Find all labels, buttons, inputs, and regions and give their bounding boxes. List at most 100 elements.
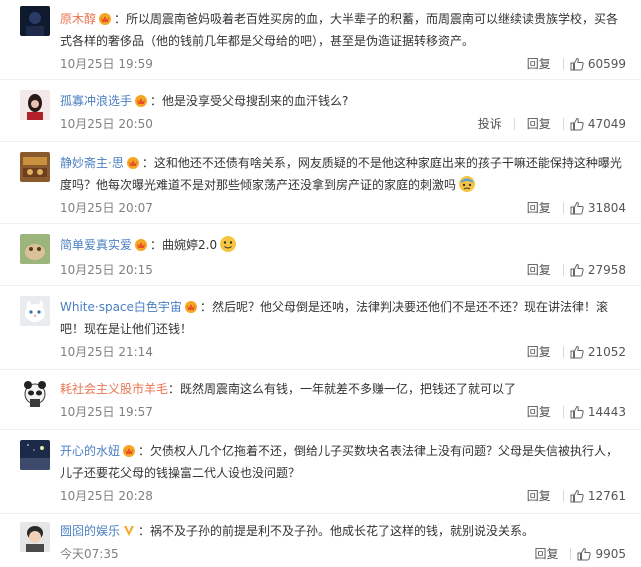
like-button[interactable]: 9905 [577, 544, 626, 564]
colon: ： [150, 94, 163, 108]
comment-meta: 10月25日 19:59 回复 60599 [60, 54, 626, 74]
comment-meta: 10月25日 20:50 投诉 回复 47049 [60, 114, 626, 134]
reply-button[interactable]: 回复 [521, 486, 557, 506]
like-count: 9905 [595, 547, 626, 561]
comment-meta: 10月25日 21:14 回复 21052 [60, 342, 626, 362]
like-count: 27958 [587, 263, 626, 277]
avatar[interactable] [20, 522, 50, 552]
reply-button[interactable]: 回复 [521, 260, 557, 280]
smile-emoji-icon [219, 235, 237, 253]
avatar[interactable] [20, 296, 50, 326]
reply-button[interactable]: 回复 [521, 402, 557, 422]
avatar[interactable] [20, 90, 50, 120]
comment-time: 今天07:35 [60, 547, 119, 561]
username[interactable]: 静妙斋主·思 [60, 156, 124, 170]
colon: ： [114, 12, 127, 26]
comment-item: 原木醇 ：所以周震南爸妈吸着老百姓买房的血，大半辈子的积蓄，而周震南可以继续读贵族… [0, 0, 641, 80]
like-count: 21052 [587, 345, 626, 359]
divider [513, 118, 515, 130]
divider [562, 490, 564, 502]
comment-time: 10月25日 19:57 [60, 405, 153, 419]
cold-sweat-emoji-icon [458, 175, 476, 193]
username[interactable]: 开心的水妞 [60, 444, 120, 458]
thumbs-up-icon [570, 57, 584, 71]
divider [570, 548, 572, 560]
avatar[interactable] [20, 440, 50, 470]
like-button[interactable]: 60599 [570, 54, 626, 74]
colon: ： [150, 238, 163, 252]
thumbs-up-icon [570, 345, 584, 359]
like-button[interactable]: 12761 [570, 486, 626, 506]
vip-crown-icon [134, 94, 148, 107]
thumbs-up-icon [570, 117, 584, 131]
thumbs-up-icon [577, 547, 592, 561]
like-count: 12761 [587, 489, 626, 503]
comment-item: 简单爱真实爱 ：曲婉婷2.0 10月25日 20:15 回复 27958 [0, 224, 641, 286]
comment-item: 耗社会主义股市羊毛：既然周震南这么有钱，一年就差不多赚一亿，把钱还了就可以了 1… [0, 370, 641, 430]
thumbs-up-icon [570, 263, 584, 277]
like-button[interactable]: 21052 [570, 342, 626, 362]
username[interactable]: 耗社会主义股市羊毛 [60, 382, 168, 396]
comment-text: 既然周震南这么有钱，一年就差不多赚一亿，把钱还了就可以了 [180, 382, 517, 396]
like-count: 47049 [587, 117, 626, 131]
divider [562, 406, 564, 418]
vip-crown-icon [134, 238, 148, 251]
username[interactable]: 原木醇 [60, 12, 96, 26]
like-button[interactable]: 47049 [570, 114, 626, 134]
comment-time: 10月25日 20:50 [60, 117, 153, 131]
comment-item: 囫囵的娱乐 ：祸不及子孙的前提是利不及子孙。他成长花了这样的钱，就别说没关系。 今… [0, 514, 641, 567]
comment-time: 10月25日 21:14 [60, 345, 153, 359]
comment-text: 祸不及子孙的前提是利不及子孙。他成长花了这样的钱，就别说没关系。 [150, 524, 535, 538]
v-badge-icon [122, 524, 136, 537]
comment-meta: 10月25日 19:57 回复 14443 [60, 402, 626, 422]
avatar[interactable] [20, 152, 50, 182]
comment-meta: 10月25日 20:15 回复 27958 [60, 260, 626, 280]
report-button[interactable]: 投诉 [472, 114, 508, 134]
comment-text: 曲婉婷2.0 [162, 238, 218, 252]
divider [562, 202, 564, 214]
avatar[interactable] [20, 234, 50, 264]
comment-time: 10月25日 20:07 [60, 201, 153, 215]
username[interactable]: 简单爱真实爱 [60, 238, 132, 252]
divider [562, 346, 564, 358]
avatar[interactable] [20, 6, 50, 36]
username[interactable]: 孤寡冲浪选手 [60, 94, 132, 108]
colon: ： [138, 524, 151, 538]
comment-meta: 10月25日 20:07 回复 31804 [60, 198, 626, 218]
comment-time: 10月25日 19:59 [60, 57, 153, 71]
like-button[interactable]: 27958 [570, 260, 626, 280]
reply-button[interactable]: 回复 [521, 342, 557, 362]
like-count: 31804 [587, 201, 626, 215]
comment-item: 静妙斋主·思 ：这和他还不还债有啥关系，网友质疑的不是他这种家庭出来的孩子干嘛还能… [0, 142, 641, 224]
comment-meta: 今天07:35 回复 9905 [60, 544, 626, 564]
thumbs-up-icon [570, 489, 584, 503]
thumbs-up-icon [570, 201, 584, 215]
like-count: 14443 [587, 405, 626, 419]
comment-feed: 原木醇 ：所以周震南爸妈吸着老百姓买房的血，大半辈子的积蓄，而周震南可以继续读贵族… [0, 0, 641, 567]
vip-crown-icon [122, 444, 136, 457]
avatar[interactable] [20, 378, 50, 408]
comment-time: 10月25日 20:28 [60, 489, 153, 503]
colon: ： [199, 300, 212, 314]
comment-text: 他是没享受父母搜刮来的血汗钱么? [162, 94, 349, 108]
like-button[interactable]: 14443 [570, 402, 626, 422]
comment-meta: 10月25日 20:28 回复 12761 [60, 486, 626, 506]
reply-button[interactable]: 回复 [528, 544, 564, 564]
comment-item: White·space白色宇宙 ：然后呢？他父母倒是还呐，法律判决要还他们不是还不… [0, 286, 641, 370]
comment-text: 所以周震南爸妈吸着老百姓买房的血，大半辈子的积蓄，而周震南可以继续读贵族学校，买… [60, 12, 619, 48]
username[interactable]: White·space白色宇宙 [60, 300, 182, 314]
thumbs-up-icon [570, 405, 584, 419]
like-count: 60599 [587, 57, 626, 71]
reply-button[interactable]: 回复 [521, 114, 557, 134]
like-button[interactable]: 31804 [570, 198, 626, 218]
divider [562, 118, 564, 130]
reply-button[interactable]: 回复 [521, 198, 557, 218]
username[interactable]: 囫囵的娱乐 [60, 524, 120, 538]
comment-time: 10月25日 20:15 [60, 263, 153, 277]
reply-button[interactable]: 回复 [521, 54, 557, 74]
comment-item: 开心的水妞 ：欠债权人几个亿拖着不还，倒给儿子买数块名表法律上没有问题？父母是失信… [0, 430, 641, 514]
vip-crown-icon [184, 300, 198, 313]
colon: ： [141, 156, 154, 170]
comment-item: 孤寡冲浪选手 ：他是没享受父母搜刮来的血汗钱么? 10月25日 20:50 投诉 … [0, 80, 641, 142]
divider [562, 58, 564, 70]
